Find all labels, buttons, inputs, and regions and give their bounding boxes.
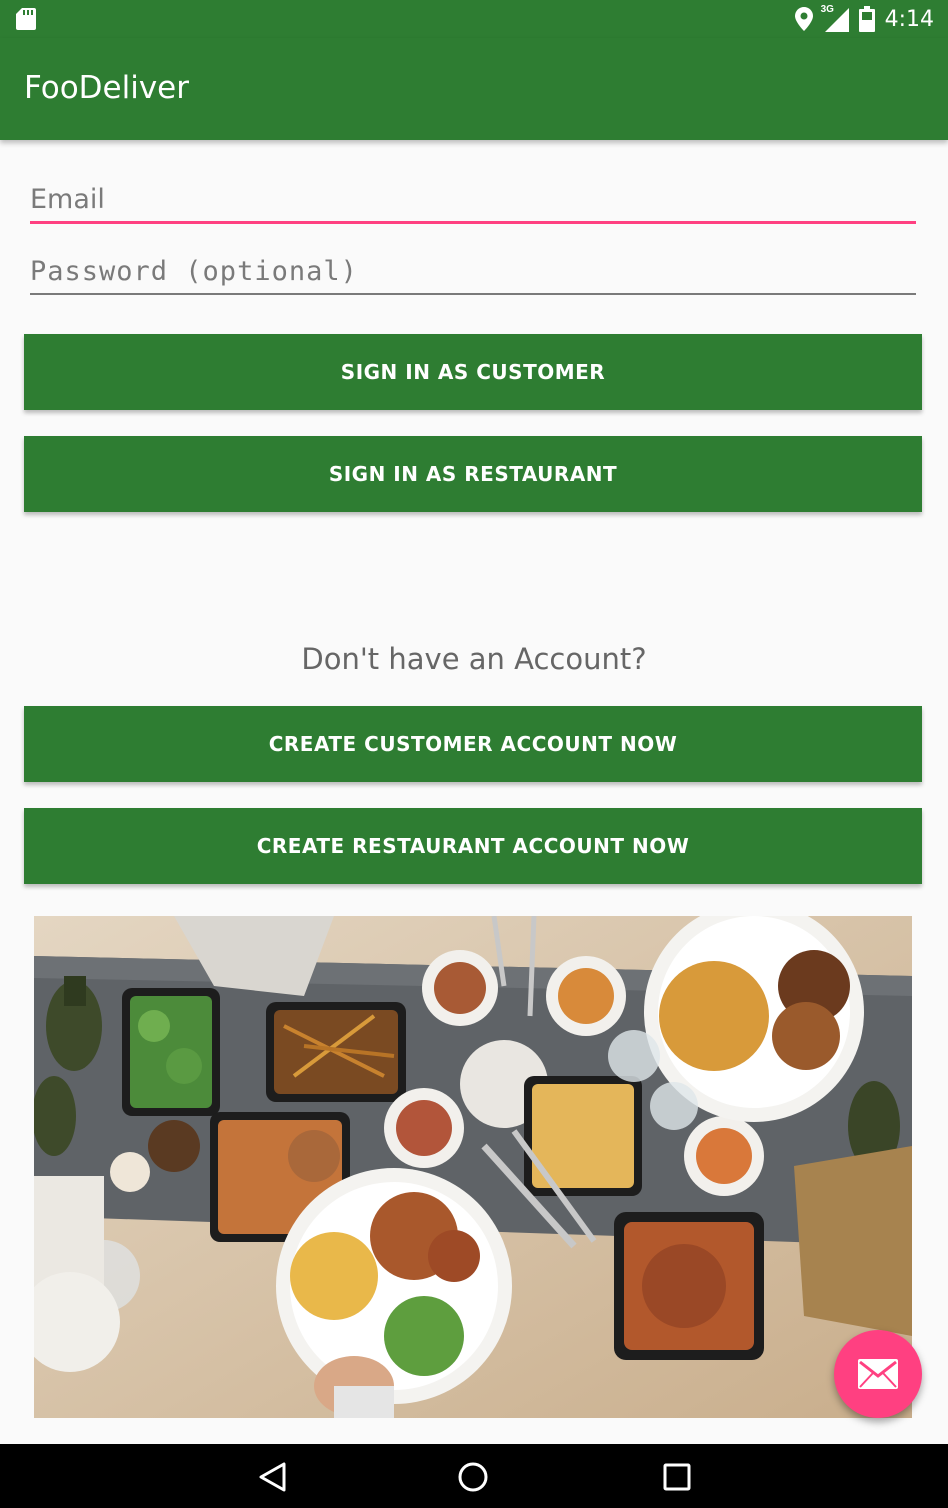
battery-icon [858,6,875,32]
mail-icon [858,1359,898,1389]
status-bar: 3G 4:14 [0,0,948,38]
signal-indicator: 3G [821,4,849,32]
sd-card-icon [16,8,36,30]
no-account-prompt: Don't have an Account? [301,642,647,676]
back-icon[interactable] [256,1460,290,1494]
location-icon [794,7,813,31]
food-hero-image [34,916,912,1418]
password-field [30,256,916,295]
create-restaurant-account-button[interactable]: CREATE RESTAURANT ACCOUNT NOW [24,808,922,884]
status-time: 4:14 [884,6,934,32]
fab-mail-button[interactable] [834,1330,922,1418]
recents-icon[interactable] [660,1460,694,1494]
sign-in-customer-button[interactable]: SIGN IN AS CUSTOMER [24,334,922,410]
create-customer-account-button[interactable]: CREATE CUSTOMER ACCOUNT NOW [24,706,922,782]
system-nav-bar [0,1444,948,1508]
signal-icon [824,8,849,32]
home-icon[interactable] [456,1460,490,1494]
email-field [30,184,916,224]
password-input[interactable] [30,256,916,293]
sign-in-restaurant-button[interactable]: SIGN IN AS RESTAURANT [24,436,922,512]
food-illustration [34,916,912,1418]
app-title: FooDeliver [24,70,189,106]
app-bar: FooDeliver [0,38,948,140]
email-input[interactable] [30,184,916,221]
